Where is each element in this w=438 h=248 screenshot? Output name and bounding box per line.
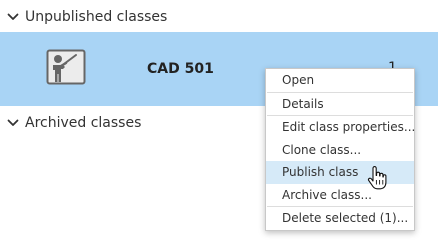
- chevron-down-icon[interactable]: [2, 2, 24, 32]
- unpublished-classes-header[interactable]: Unpublished classes: [0, 2, 438, 32]
- menu-item-archive-class[interactable]: Archive class...: [266, 184, 414, 207]
- chevron-down-icon[interactable]: [2, 108, 24, 138]
- menu-item-delete-selected[interactable]: Delete selected (1)...: [266, 207, 414, 230]
- menu-item-clone-class[interactable]: Clone class...: [266, 139, 414, 162]
- section-title: Unpublished classes: [25, 9, 168, 25]
- menu-item-details[interactable]: Details: [266, 93, 414, 116]
- hand-pointer-icon: [367, 166, 387, 190]
- class-list-panel: Unpublished classes CAD 501 1: [0, 0, 438, 248]
- context-menu: Open Details Edit class properties... Cl…: [265, 68, 415, 231]
- class-name: CAD 501: [147, 61, 214, 77]
- menu-item-publish-class[interactable]: Publish class: [266, 161, 414, 184]
- section-title: Archived classes: [25, 115, 142, 131]
- menu-item-open[interactable]: Open: [266, 69, 414, 92]
- menu-item-edit-class-properties[interactable]: Edit class properties...: [266, 116, 415, 139]
- teacher-at-board-icon: [46, 49, 86, 85]
